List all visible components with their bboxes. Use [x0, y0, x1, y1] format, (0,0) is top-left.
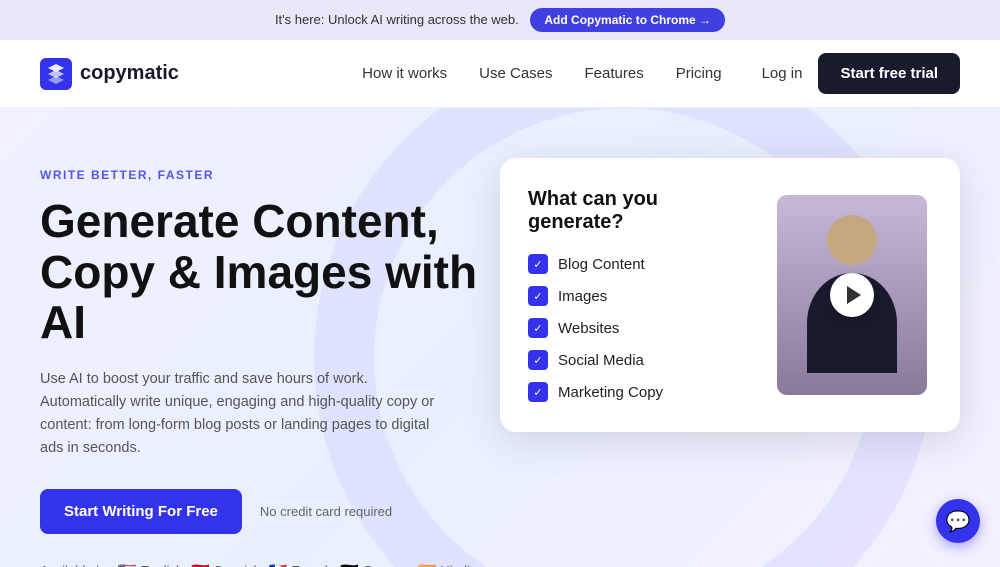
list-item: ✓ Blog Content — [528, 254, 752, 274]
hero-right: What can you generate? ✓ Blog Content ✓ … — [500, 148, 960, 567]
item-marketing: Marketing Copy — [558, 384, 663, 401]
generate-card: What can you generate? ✓ Blog Content ✓ … — [500, 158, 960, 432]
available-in-label: Available in: — [40, 563, 110, 567]
nav-use-cases[interactable]: Use Cases — [479, 65, 552, 82]
no-credit-card-text: No credit card required — [260, 504, 392, 519]
lang-french: 🇫🇷 French — [269, 562, 332, 567]
label-hindi: Hindi — [440, 563, 470, 567]
flag-french: 🇫🇷 — [269, 562, 288, 567]
flag-spanish: 🇪🇸 — [191, 562, 210, 567]
card-left: What can you generate? ✓ Blog Content ✓ … — [528, 188, 752, 402]
banner-text: It's here: Unlock AI writing across the … — [275, 12, 519, 27]
item-images: Images — [558, 288, 607, 305]
item-social: Social Media — [558, 352, 644, 369]
headline-line1: Generate Content, — [40, 195, 439, 247]
item-blog: Blog Content — [558, 256, 645, 273]
nav-how-it-works[interactable]: How it works — [362, 65, 447, 82]
flag-german: 🇩🇪 — [340, 562, 359, 567]
play-icon — [847, 286, 861, 304]
list-item: ✓ Marketing Copy — [528, 382, 752, 402]
label-spanish: Spanish — [214, 563, 261, 567]
login-button[interactable]: Log in — [762, 65, 803, 82]
hero-subtext: Use AI to boost your traffic and save ho… — [40, 368, 440, 461]
card-title: What can you generate? — [528, 188, 752, 234]
nav-pricing[interactable]: Pricing — [676, 65, 722, 82]
item-websites: Websites — [558, 320, 619, 337]
label-german: German — [363, 563, 410, 567]
card-right — [772, 188, 932, 402]
logo[interactable]: copymatic — [40, 58, 179, 90]
person-head — [827, 215, 877, 265]
cta-row: Start Writing For Free No credit card re… — [40, 489, 500, 534]
available-languages-row: Available in: 🇺🇸 English 🇪🇸 Spanish 🇫🇷 F… — [40, 562, 500, 567]
list-item: ✓ Social Media — [528, 350, 752, 370]
navbar: copymatic How it works Use Cases Feature… — [0, 40, 1000, 108]
hero-left: WRITE BETTER, FASTER Generate Content, C… — [40, 148, 500, 567]
checkbox-websites: ✓ — [528, 318, 548, 338]
flag-english: 🇺🇸 — [118, 562, 137, 567]
logo-text: copymatic — [80, 62, 179, 85]
start-writing-button[interactable]: Start Writing For Free — [40, 489, 242, 534]
top-banner: It's here: Unlock AI writing across the … — [0, 0, 1000, 40]
nav-actions: Log in Start free trial — [762, 53, 960, 94]
checkbox-marketing: ✓ — [528, 382, 548, 402]
start-trial-button[interactable]: Start free trial — [818, 53, 960, 94]
label-french: French — [292, 563, 332, 567]
lang-hindi: 🇮🇳 Hindi — [418, 562, 470, 567]
check-list: ✓ Blog Content ✓ Images ✓ Websites ✓ Soc… — [528, 254, 752, 402]
list-item: ✓ Images — [528, 286, 752, 306]
headline: Generate Content, Copy & Images with AI — [40, 196, 500, 348]
flag-hindi: 🇮🇳 — [418, 562, 437, 567]
logo-icon — [40, 58, 72, 90]
nav-features[interactable]: Features — [585, 65, 644, 82]
chrome-cta-button[interactable]: Add Copymatic to Chrome → — [530, 8, 725, 32]
lang-english: 🇺🇸 English — [118, 562, 183, 567]
checkbox-blog: ✓ — [528, 254, 548, 274]
lang-spanish: 🇪🇸 Spanish — [191, 562, 261, 567]
main-content: WRITE BETTER, FASTER Generate Content, C… — [0, 108, 1000, 567]
checkbox-social: ✓ — [528, 350, 548, 370]
label-english: English — [141, 563, 184, 567]
headline-line2: Copy & Images with AI — [40, 246, 477, 349]
list-item: ✓ Websites — [528, 318, 752, 338]
checkbox-images: ✓ — [528, 286, 548, 306]
play-button[interactable] — [830, 273, 874, 317]
nav-links: How it works Use Cases Features Pricing — [362, 65, 721, 82]
tagline: WRITE BETTER, FASTER — [40, 168, 500, 182]
lang-german: 🇩🇪 German — [340, 562, 410, 567]
